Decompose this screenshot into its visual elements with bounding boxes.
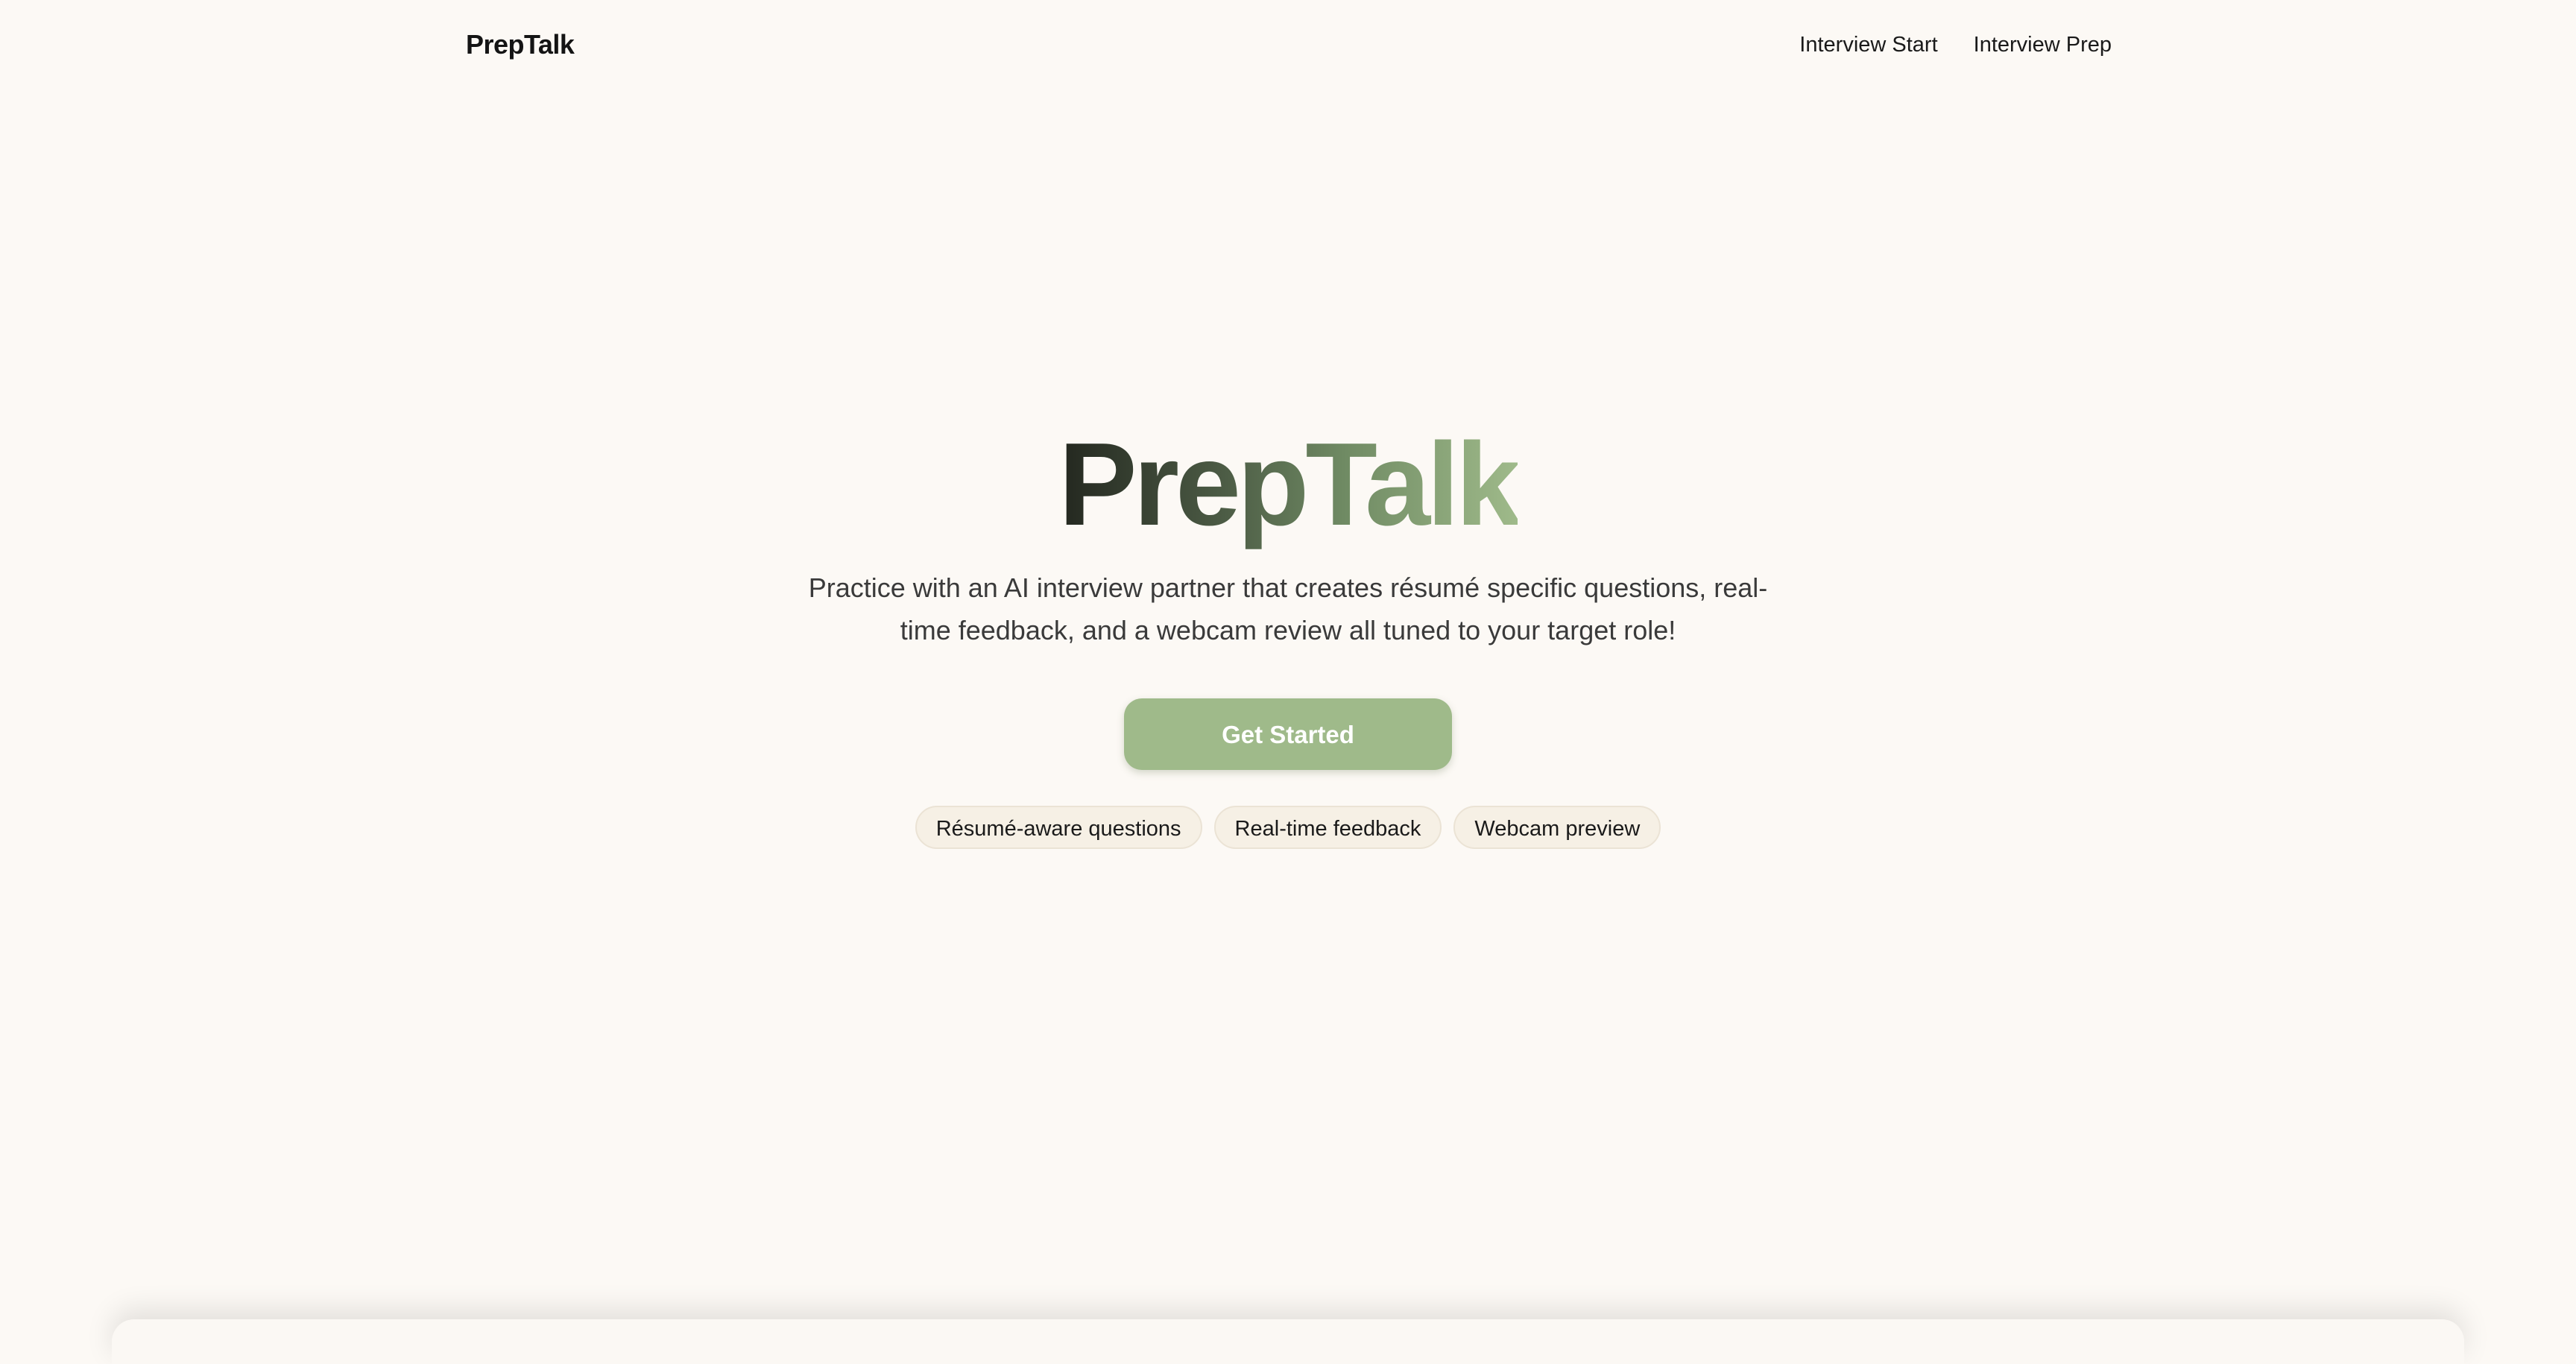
hero-title: PrepTalk	[1058, 419, 1521, 550]
brand-logo[interactable]: PrepTalk	[466, 28, 575, 61]
feature-pill-real-time-feedback: Real-time feedback	[1213, 806, 1442, 849]
main-nav: Interview Start Interview Prep	[1799, 30, 2112, 60]
get-started-button[interactable]: Get Started	[1124, 698, 1452, 770]
content-panel-edge	[112, 1319, 2464, 1364]
feature-pills: Résumé-aware questions Real-time feedbac…	[0, 806, 2576, 849]
nav-link-interview-start[interactable]: Interview Start	[1799, 30, 1937, 60]
hero-section: PrepTalk Practice with an AI interview p…	[0, 417, 2576, 849]
nav-link-interview-prep[interactable]: Interview Prep	[1974, 30, 2112, 60]
top-bar: PrepTalk Interview Start Interview Prep	[0, 0, 2576, 89]
feature-pill-resume-aware: Résumé-aware questions	[915, 806, 1202, 849]
feature-pill-webcam-preview: Webcam preview	[1453, 806, 1661, 849]
hero-subtitle: Practice with an AI interview partner th…	[808, 572, 1768, 645]
